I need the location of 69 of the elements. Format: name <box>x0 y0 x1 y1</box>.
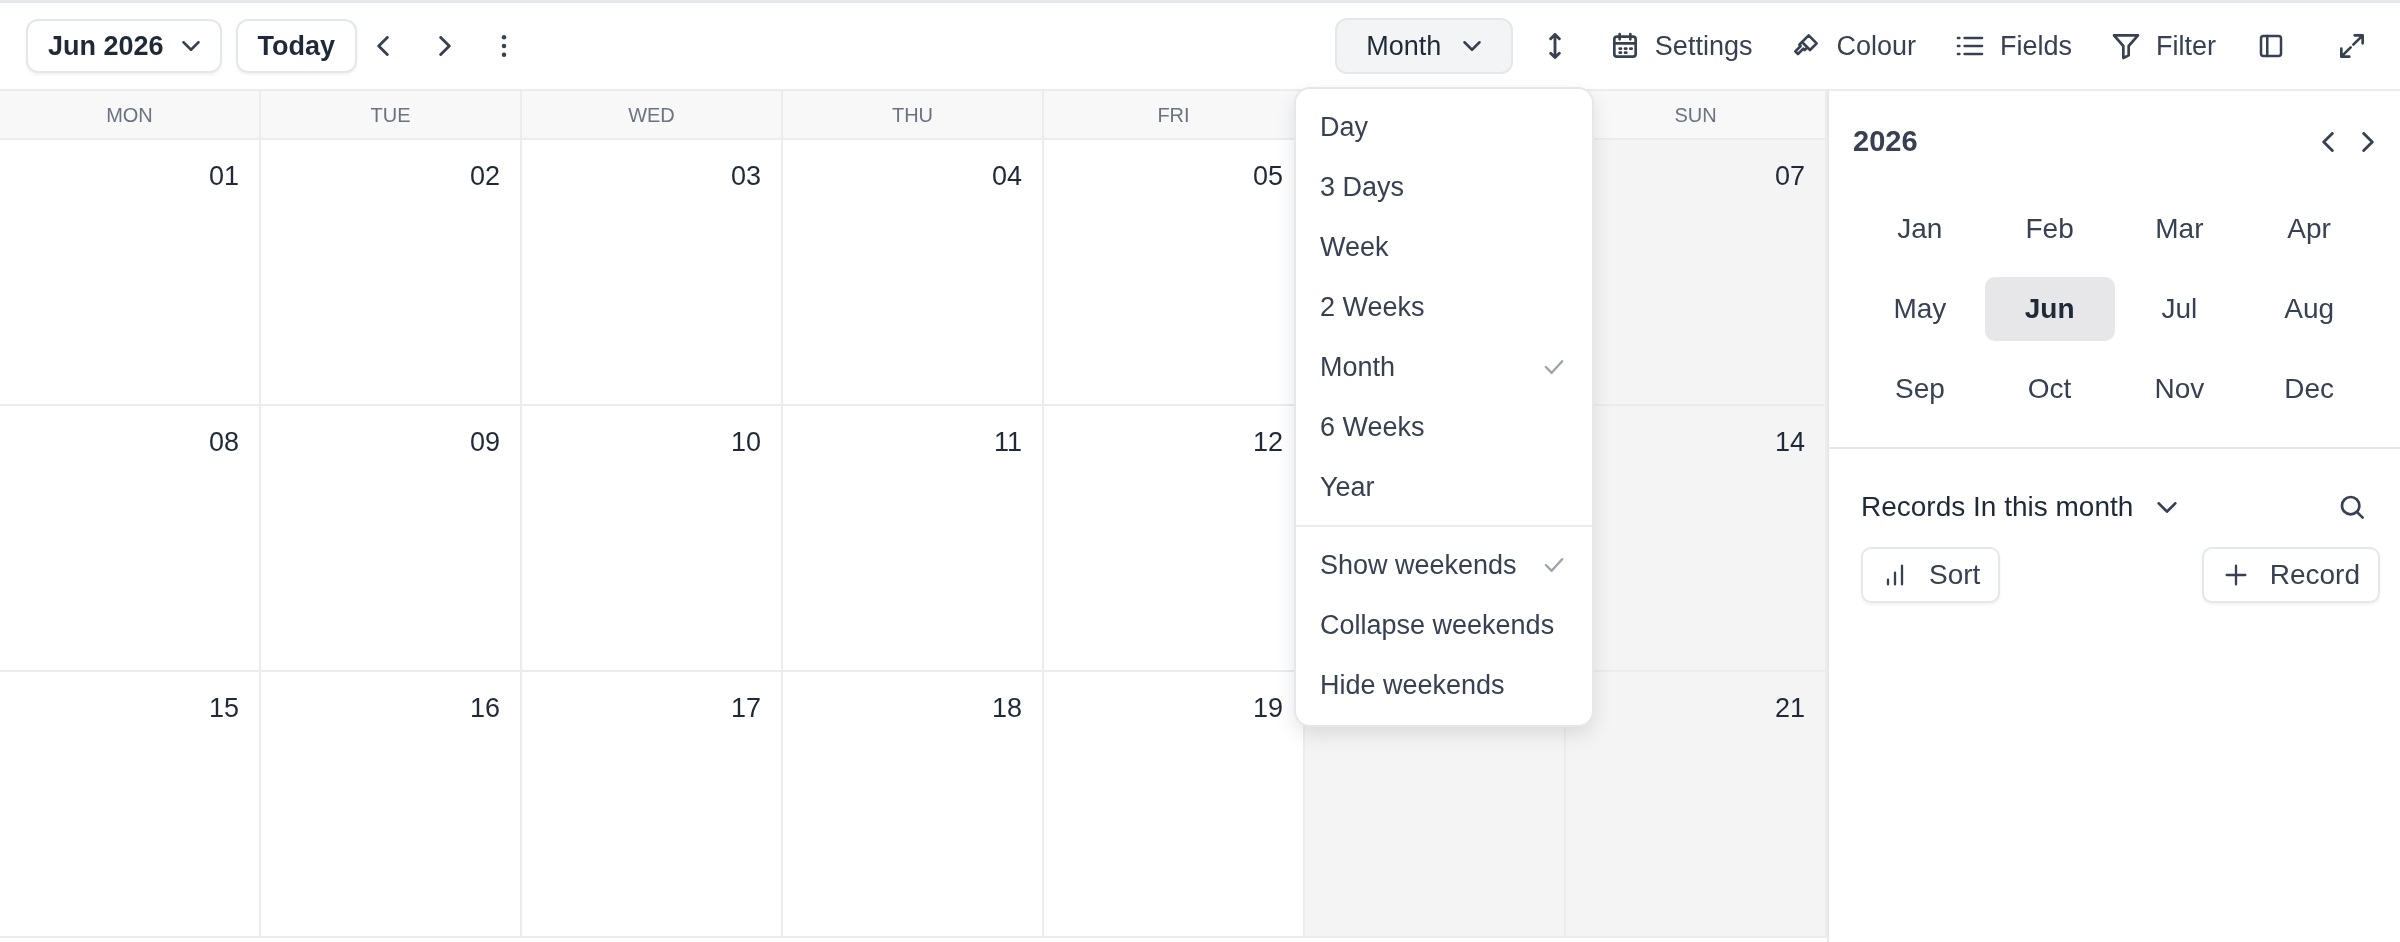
month-button[interactable]: Jul <box>2114 277 2245 341</box>
month-button[interactable]: May <box>1855 277 1985 341</box>
day-cell[interactable]: 15 <box>0 672 261 936</box>
day-number: 08 <box>208 426 239 459</box>
day-number: 02 <box>469 160 500 193</box>
day-cell[interactable]: 11 <box>783 406 1044 670</box>
day-number: 03 <box>730 160 761 193</box>
year-label: 2026 <box>1853 124 1918 160</box>
day-number: 09 <box>469 426 500 459</box>
month-button[interactable]: Feb <box>1984 197 2115 261</box>
more-vertical-icon <box>501 34 508 58</box>
month-button[interactable]: Nov <box>2114 357 2245 421</box>
sort-button[interactable]: Sort <box>1861 547 2001 603</box>
month-button[interactable]: Sep <box>1855 357 1985 421</box>
day-number: 14 <box>1774 426 1805 459</box>
chevron-down-icon <box>2157 501 2178 513</box>
chevron-left-icon <box>377 36 390 56</box>
day-number: 16 <box>469 692 500 725</box>
chevron-right-icon <box>439 36 452 56</box>
settings-button[interactable]: Settings <box>1596 19 1765 73</box>
day-cell[interactable]: 16 <box>261 672 522 936</box>
date-picker-button[interactable]: Jun 2026 <box>26 19 222 73</box>
day-cell[interactable]: 21 <box>1566 672 1827 936</box>
today-button[interactable]: Today <box>235 19 358 73</box>
month-button[interactable]: Apr <box>2244 197 2374 261</box>
weekday-label: WED <box>628 102 675 128</box>
day-number: 07 <box>1774 160 1805 193</box>
weekday-label: SUN <box>1674 102 1717 128</box>
add-record-button[interactable]: Record <box>2201 547 2380 603</box>
weekday-label: THU <box>891 102 934 128</box>
day-cell[interactable]: 17 <box>522 672 783 936</box>
day-number: 12 <box>1252 426 1283 459</box>
weekday-label: MON <box>106 102 153 128</box>
day-cell[interactable]: 18 <box>783 672 1044 936</box>
day-cell[interactable]: 08 <box>0 406 261 670</box>
vertical-arrows-icon <box>1548 33 1561 59</box>
day-number: 05 <box>1252 160 1283 193</box>
chevron-left-icon <box>2322 132 2334 152</box>
month-button[interactable]: Aug <box>2244 277 2374 341</box>
day-number: 11 <box>993 426 1022 459</box>
day-cell[interactable]: 03 <box>522 140 783 404</box>
day-cell[interactable]: 02 <box>261 140 522 404</box>
day-cell[interactable]: 01 <box>0 140 261 404</box>
filter-button[interactable]: Filter <box>2098 19 2228 73</box>
day-number: 17 <box>730 692 761 725</box>
month-button[interactable]: Oct <box>1984 357 2115 421</box>
day-number: 19 <box>1252 692 1283 725</box>
day-number: 01 <box>208 160 239 193</box>
day-number: 10 <box>730 426 761 459</box>
colour-button[interactable]: Colour <box>1778 19 1928 73</box>
chevron-down-icon <box>1463 41 1482 51</box>
chevron-right-icon <box>2362 132 2374 152</box>
month-button[interactable]: Mar <box>2114 197 2245 261</box>
day-number: 04 <box>991 160 1022 193</box>
month-button[interactable]: Dec <box>2244 357 2374 421</box>
day-cell[interactable]: 09 <box>261 406 522 670</box>
weekday-label: FRI <box>1157 102 1190 128</box>
day-number: 21 <box>1774 692 1805 725</box>
day-number: 18 <box>991 692 1022 725</box>
weekday-label: TUE <box>370 102 411 128</box>
month-button[interactable]: Jun <box>1984 277 2115 341</box>
records-filter-dropdown[interactable]: Records In this month <box>1861 486 2178 528</box>
fields-button[interactable]: Fields <box>1941 19 2084 73</box>
view-dropdown-button[interactable]: Month <box>1334 18 1513 74</box>
month-button[interactable]: Jan <box>1855 197 1985 261</box>
chevron-down-icon <box>181 41 200 51</box>
day-cell[interactable]: 10 <box>522 406 783 670</box>
day-number: 15 <box>208 692 239 725</box>
day-cell[interactable]: 04 <box>783 140 1044 404</box>
